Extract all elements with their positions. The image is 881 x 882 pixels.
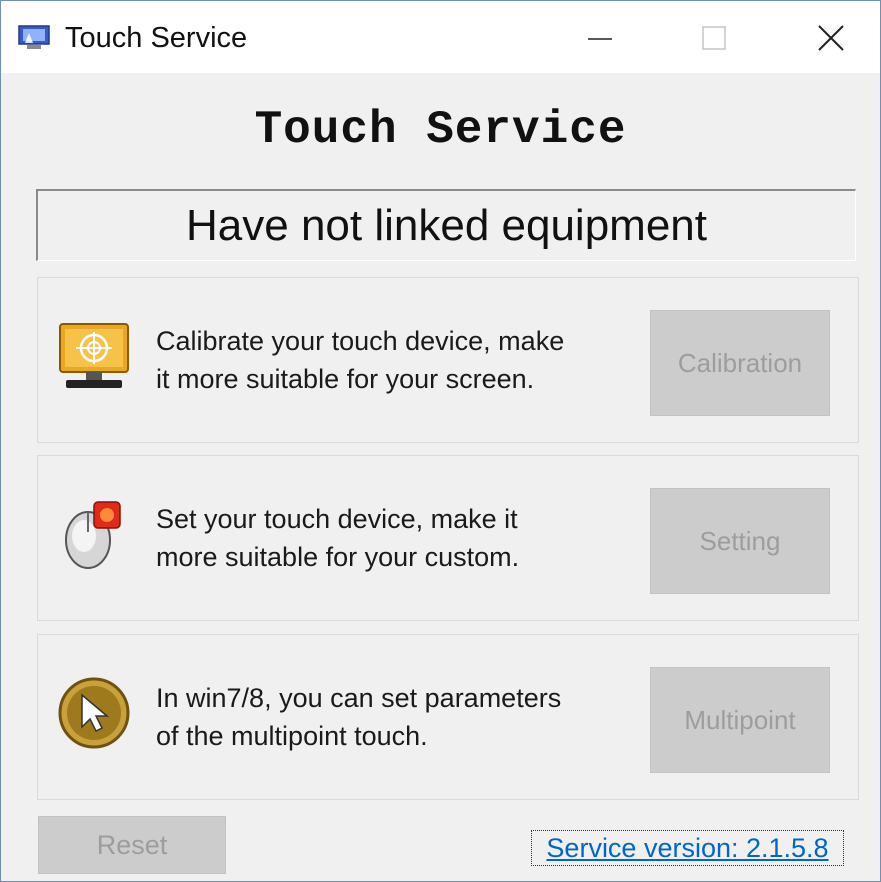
close-button[interactable] <box>801 15 861 61</box>
mouse-setting-icon <box>56 496 132 572</box>
app-heading: Touch Service <box>254 104 627 156</box>
calibration-button[interactable]: Calibration <box>650 310 830 416</box>
multipoint-panel: In win7/8, you can set parameters of the… <box>37 634 859 800</box>
close-icon <box>818 25 844 51</box>
maximize-button[interactable] <box>684 15 744 61</box>
maximize-icon <box>702 26 726 50</box>
setting-panel: Set your touch device, make it more suit… <box>37 455 859 621</box>
setting-description: Set your touch device, make it more suit… <box>156 504 520 572</box>
calibration-monitor-icon <box>56 318 132 394</box>
multipoint-button[interactable]: Multipoint <box>650 667 830 773</box>
calibration-panel: Calibrate your touch device, make it mor… <box>37 277 859 443</box>
touch-service-window: Touch Service Touch Service Have not lin… <box>0 0 881 882</box>
minimize-button[interactable] <box>570 15 630 61</box>
title-bar[interactable]: Touch Service <box>1 1 880 73</box>
app-icon <box>17 23 51 53</box>
service-version-link[interactable]: Service version: 2.1.5.8 <box>531 830 844 866</box>
status-text: Have not linked equipment <box>186 200 707 250</box>
window-title: Touch Service <box>65 22 248 54</box>
calibration-description: Calibrate your touch device, make it mor… <box>156 326 565 394</box>
multipoint-description: In win7/8, you can set parameters of the… <box>156 683 562 751</box>
minimize-icon <box>588 38 612 40</box>
reset-button[interactable]: Reset <box>38 816 226 874</box>
status-display: Have not linked equipment <box>36 189 856 261</box>
setting-button[interactable]: Setting <box>650 488 830 594</box>
cursor-circle-icon <box>56 675 132 751</box>
